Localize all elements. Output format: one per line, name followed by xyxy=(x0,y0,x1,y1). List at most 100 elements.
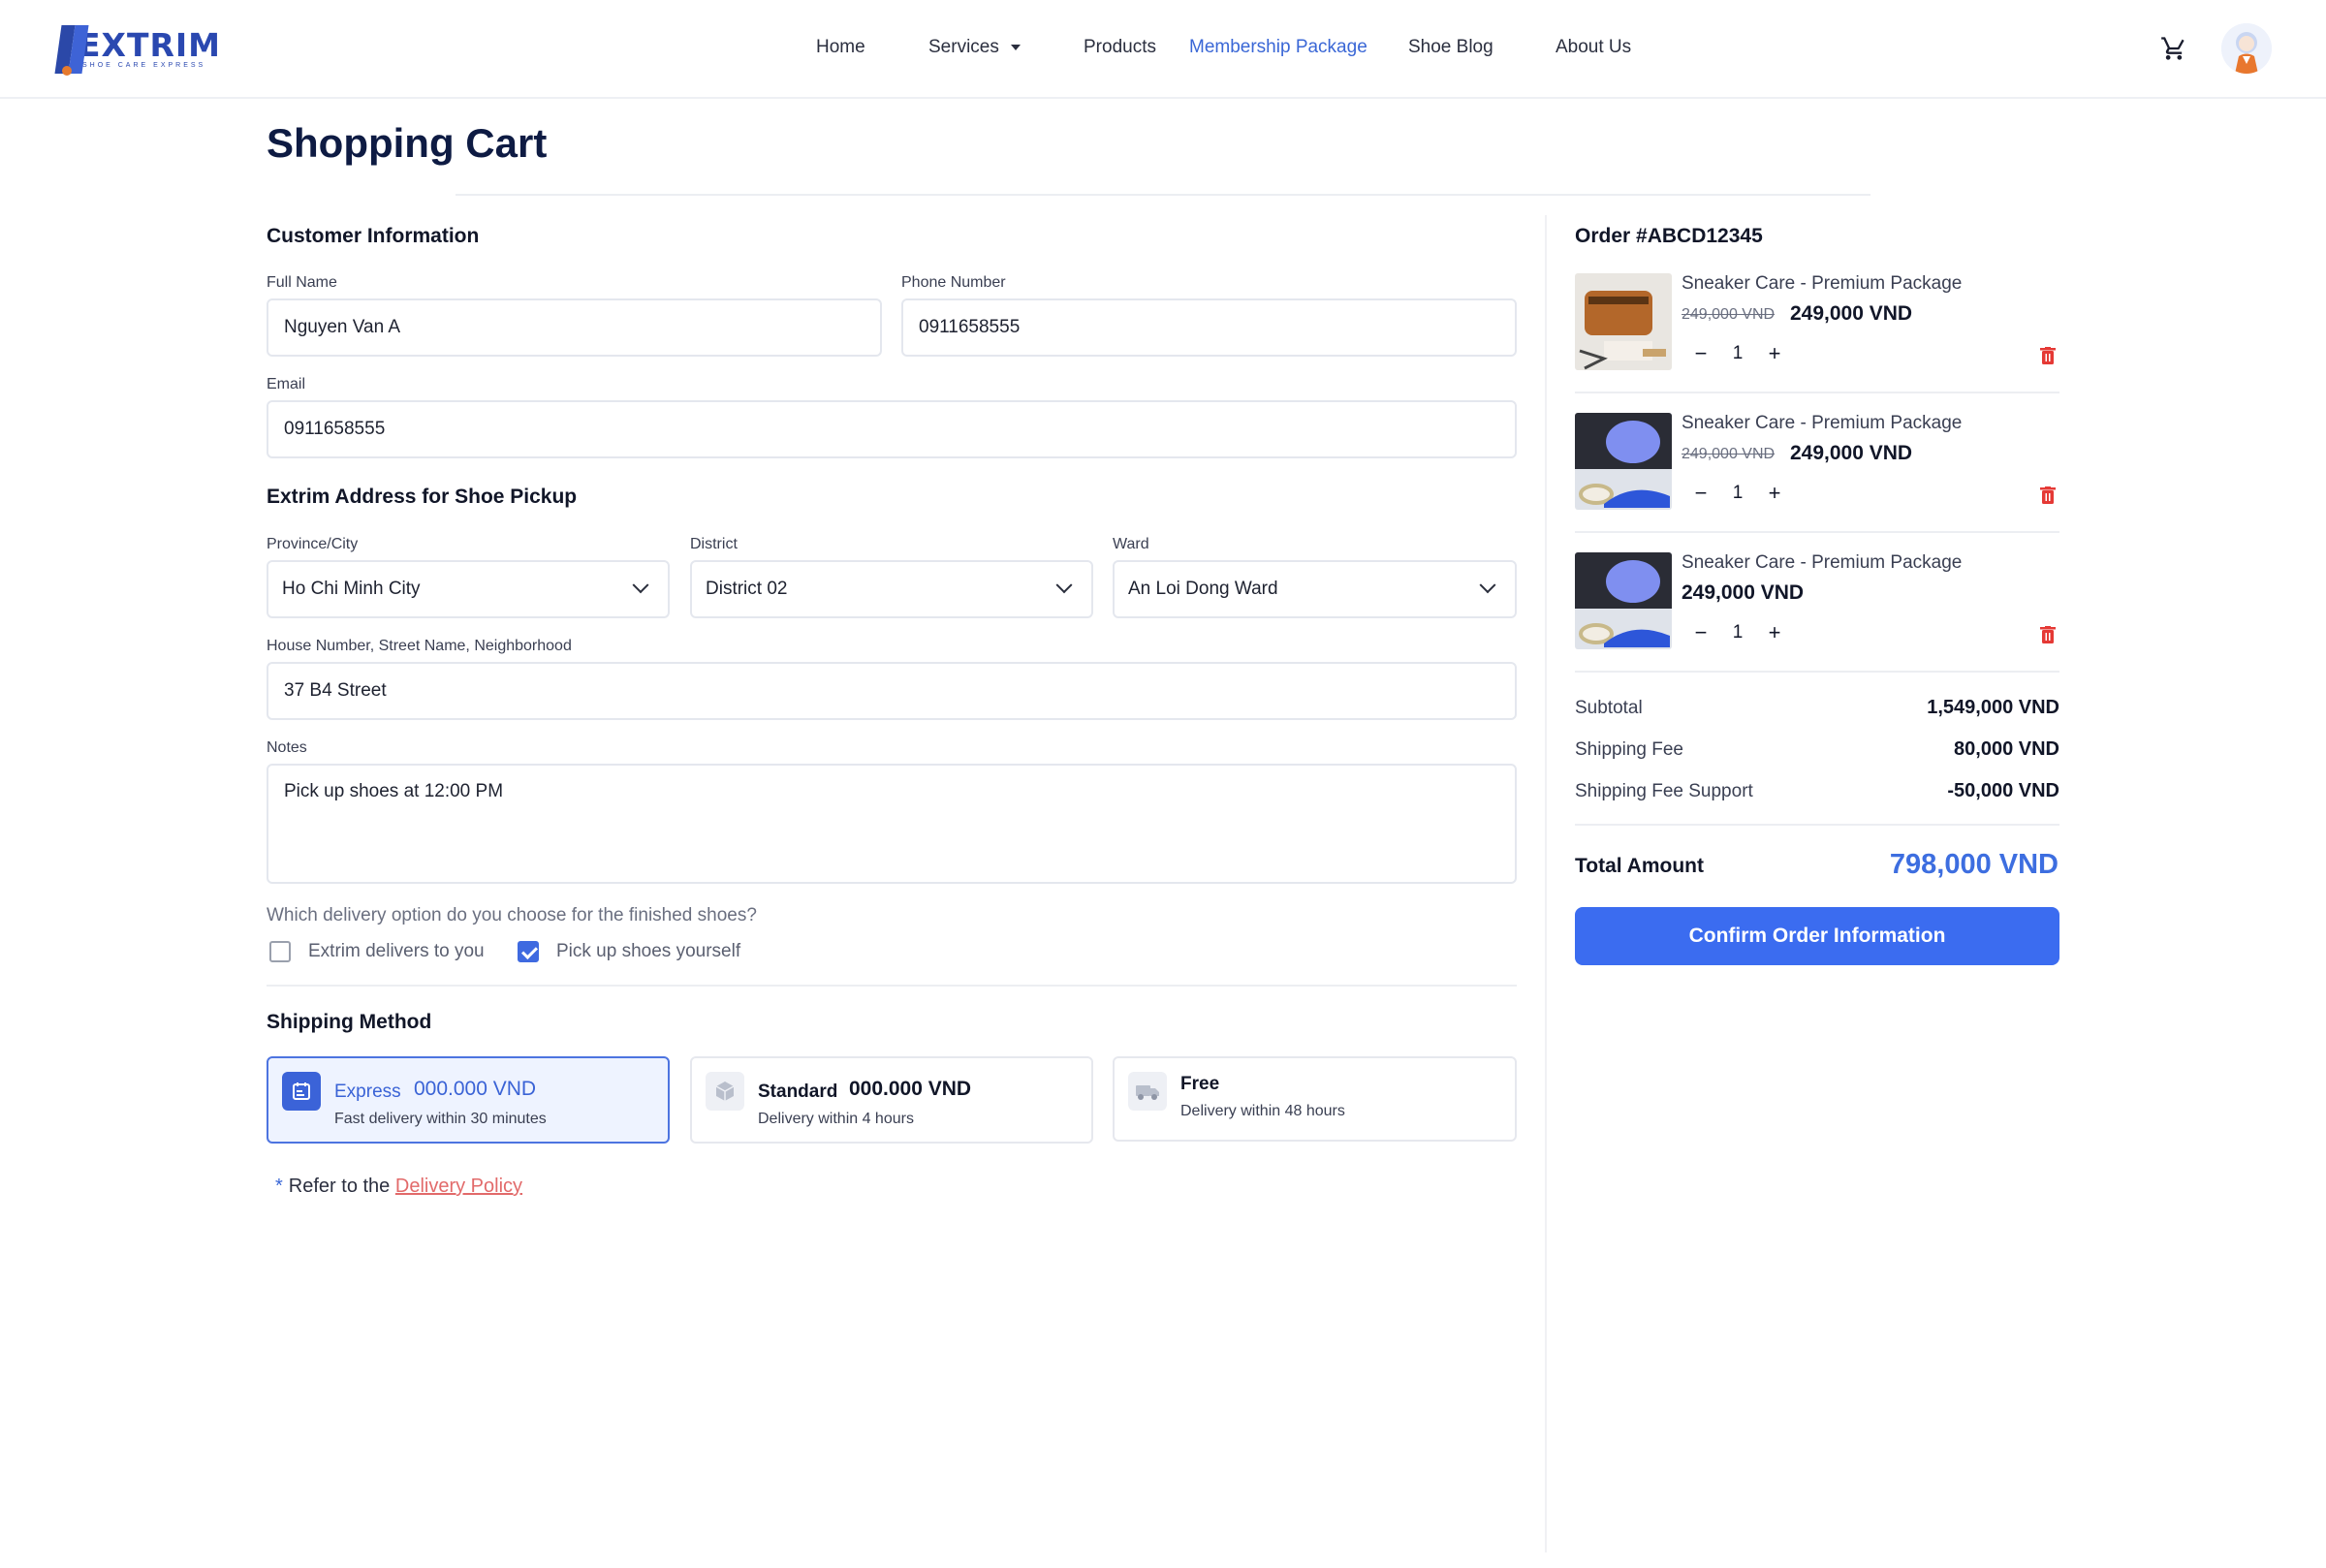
minus-icon[interactable]: − xyxy=(1689,481,1713,506)
free-desc: Delivery within 48 hours xyxy=(1180,1103,1345,1119)
plus-icon[interactable]: + xyxy=(1763,341,1786,366)
trash-icon[interactable] xyxy=(2040,626,2056,643)
quantity-value: 1 xyxy=(1732,622,1744,643)
trash-icon[interactable] xyxy=(2040,486,2056,504)
phone-value: 0911658555 xyxy=(919,317,1021,337)
phone-label: Phone Number xyxy=(901,274,1006,291)
top-header: EXTRIM SHOE CARE EXPRESS Home Services P… xyxy=(0,0,2326,99)
minus-icon[interactable]: − xyxy=(1689,620,1713,645)
item-name: Sneaker Care - Premium Package xyxy=(1682,273,1963,294)
column-divider xyxy=(1545,215,1547,1552)
full-name-label: Full Name xyxy=(267,274,337,291)
product-thumbnail xyxy=(1575,273,1672,370)
quantity-stepper: − 1 + xyxy=(1689,341,1786,366)
subtotal-value: 1,549,000 VND xyxy=(1927,697,2059,718)
express-delivery-icon xyxy=(282,1072,321,1111)
order-item: Sneaker Care - Premium Package 249,000 V… xyxy=(1575,552,2059,692)
nav-membership[interactable]: Membership Package xyxy=(1189,37,1367,58)
trash-icon[interactable] xyxy=(2040,347,2056,364)
quantity-stepper: − 1 + xyxy=(1689,481,1786,506)
item-price: 249,000 VND xyxy=(1682,581,1805,604)
quantity-value: 1 xyxy=(1732,483,1744,503)
product-thumbnail xyxy=(1575,552,1672,649)
plus-icon[interactable]: + xyxy=(1763,620,1786,645)
total-amount-label: Total Amount xyxy=(1575,855,1704,877)
option-pickup-yourself-label: Pick up shoes yourself xyxy=(556,941,741,961)
express-desc: Fast delivery within 30 minutes xyxy=(334,1111,547,1127)
district-select[interactable]: District 02 xyxy=(690,560,1093,618)
ward-label: Ward xyxy=(1113,536,1149,552)
asterisk-icon: * xyxy=(275,1176,283,1197)
nav-products[interactable]: Products xyxy=(1084,37,1156,58)
street-label: House Number, Street Name, Neighborhood xyxy=(267,638,572,654)
notes-textarea[interactable]: Pick up shoes at 12:00 PM xyxy=(267,764,1517,884)
shipping-support-value: -50,000 VND xyxy=(1947,780,2059,801)
notes-value: Pick up shoes at 12:00 PM xyxy=(284,781,504,801)
district-value: District 02 xyxy=(706,579,788,599)
full-name-value: Nguyen Van A xyxy=(284,317,401,337)
ward-select[interactable]: An Loi Dong Ward xyxy=(1113,560,1517,618)
chevron-down-icon xyxy=(632,577,649,594)
chevron-down-icon xyxy=(1479,577,1496,594)
package-box-icon xyxy=(706,1072,744,1111)
policy-prefix: Refer to the xyxy=(288,1176,391,1197)
quantity-stepper: − 1 + xyxy=(1689,620,1786,645)
district-label: District xyxy=(690,536,738,552)
option-extrim-delivers-label: Extrim delivers to you xyxy=(308,941,485,961)
customer-info-heading: Customer Information xyxy=(267,225,480,247)
nav-services-label: Services xyxy=(928,37,999,57)
page-title: Shopping Cart xyxy=(267,120,548,166)
title-divider xyxy=(456,194,1870,196)
ward-value: An Loi Dong Ward xyxy=(1128,579,1278,599)
delivery-question: Which delivery option do you choose for … xyxy=(267,905,757,925)
nav-shoe-blog[interactable]: Shoe Blog xyxy=(1408,37,1493,58)
subtotal-label: Subtotal xyxy=(1575,698,1643,718)
total-amount-value: 798,000 VND xyxy=(1889,849,2059,880)
confirm-order-button[interactable]: Confirm Order Information xyxy=(1575,907,2059,965)
item-divider xyxy=(1575,392,2059,393)
order-item: Sneaker Care - Premium Package 249,000 V… xyxy=(1575,413,2059,552)
checkbox-extrim-delivers[interactable] xyxy=(269,941,291,962)
item-old-price: 249,000 VND xyxy=(1682,446,1776,462)
shipping-fee-value: 80,000 VND xyxy=(1954,738,2059,760)
shipping-option-free[interactable]: Free Delivery within 48 hours xyxy=(1113,1056,1517,1142)
delivery-policy-link[interactable]: Delivery Policy xyxy=(395,1176,522,1197)
nav-home[interactable]: Home xyxy=(816,37,865,58)
notes-label: Notes xyxy=(267,739,307,756)
totals-divider xyxy=(1575,824,2059,826)
street-input[interactable]: 37 B4 Street xyxy=(267,662,1517,720)
email-label: Email xyxy=(267,376,306,392)
nav-about-us[interactable]: About Us xyxy=(1556,37,1631,58)
shipping-option-standard[interactable]: Standard 000.000 VND Delivery within 4 h… xyxy=(690,1056,1093,1144)
product-thumbnail xyxy=(1575,413,1672,510)
standard-price: 000.000 VND xyxy=(849,1078,972,1100)
email-input[interactable]: 0911658555 xyxy=(267,400,1517,458)
option-extrim-delivers[interactable]: Extrim delivers to you xyxy=(269,941,485,962)
checkbox-pickup-yourself[interactable] xyxy=(518,941,539,962)
standard-name: Standard xyxy=(758,1082,838,1102)
phone-input[interactable]: 0911658555 xyxy=(901,298,1517,357)
province-select[interactable]: Ho Chi Minh City xyxy=(267,560,670,618)
full-name-input[interactable]: Nguyen Van A xyxy=(267,298,882,357)
shopping-cart-icon[interactable] xyxy=(2159,35,2188,62)
main-nav: Home Services Products Membership Packag… xyxy=(0,0,2326,97)
shipping-option-express[interactable]: Express 000.000 VND Fast delivery within… xyxy=(267,1056,670,1144)
plus-icon[interactable]: + xyxy=(1763,481,1786,506)
option-pickup-yourself[interactable]: Pick up shoes yourself xyxy=(518,941,740,962)
item-price: 249,000 VND xyxy=(1790,442,1913,464)
caret-down-icon xyxy=(1010,44,1021,50)
standard-desc: Delivery within 4 hours xyxy=(758,1111,914,1127)
minus-icon[interactable]: − xyxy=(1689,341,1713,366)
pickup-address-heading: Extrim Address for Shoe Pickup xyxy=(267,486,578,508)
province-value: Ho Chi Minh City xyxy=(282,579,421,599)
item-divider xyxy=(1575,531,2059,533)
item-price: 249,000 VND xyxy=(1790,302,1913,325)
free-name: Free xyxy=(1180,1074,1220,1094)
shipping-fee-label: Shipping Fee xyxy=(1575,739,1683,760)
item-divider xyxy=(1575,671,2059,673)
user-avatar[interactable] xyxy=(2221,23,2272,74)
nav-services[interactable]: Services xyxy=(928,37,1021,58)
express-price: 000.000 VND xyxy=(414,1078,537,1100)
province-label: Province/City xyxy=(267,536,359,552)
avatar-illustration-icon xyxy=(2221,23,2272,74)
